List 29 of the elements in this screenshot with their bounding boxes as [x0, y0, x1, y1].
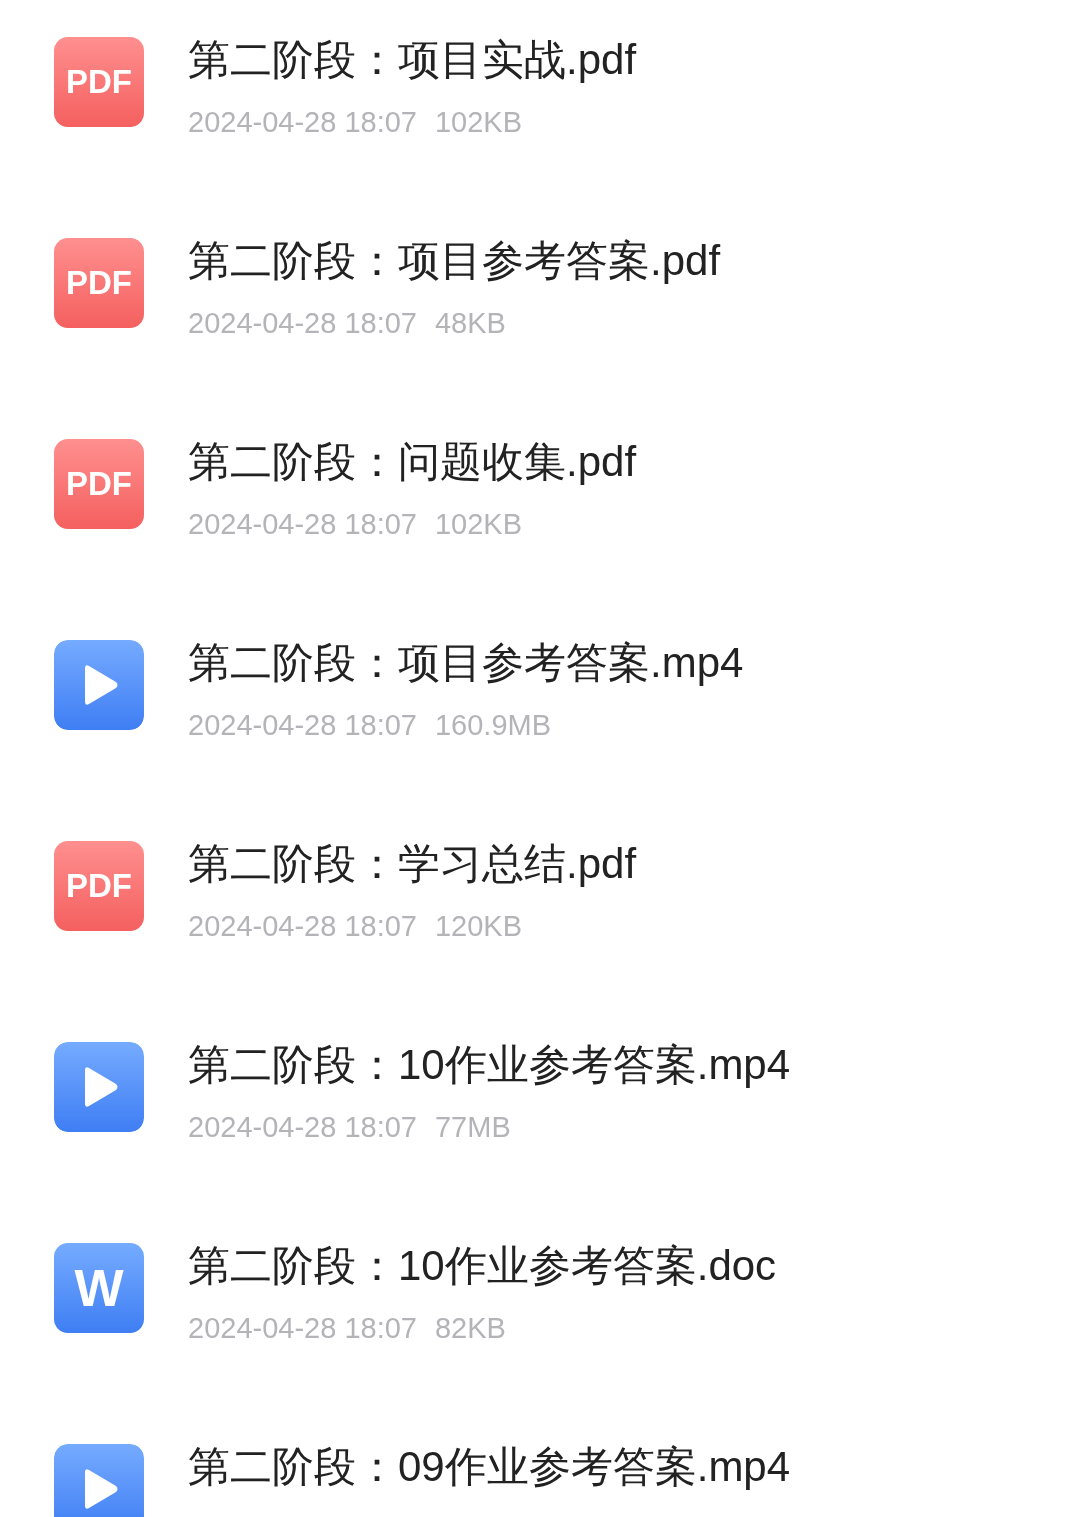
file-name[interactable]: 第二阶段：09作业参考答案.mp4 [188, 1443, 791, 1491]
pdf-file-icon: PDF [54, 841, 144, 931]
file-name[interactable]: 第二阶段：项目参考答案.pdf [188, 237, 721, 285]
file-name[interactable]: 第二阶段：项目参考答案.mp4 [188, 639, 744, 687]
file-date: 2024-04-28 18:07 [188, 708, 417, 743]
file-size: 77MB [435, 1110, 511, 1145]
file-name[interactable]: 第二阶段：10作业参考答案.mp4 [188, 1041, 791, 1089]
video-file-icon [54, 640, 144, 730]
file-date: 2024-04-28 18:07 [188, 1311, 417, 1346]
file-size: 120KB [435, 909, 523, 944]
file-name[interactable]: 第二阶段：10作业参考答案.doc [188, 1242, 777, 1290]
file-name[interactable]: 第二阶段：项目实战.pdf [188, 36, 637, 84]
file-size: 102KB [435, 105, 523, 140]
file-size: 48KB [435, 306, 506, 341]
file-size: 102KB [435, 507, 523, 542]
pdf-file-icon: PDF [54, 238, 144, 328]
video-file-icon [54, 1042, 144, 1132]
file-date: 2024-04-28 18:07 [188, 909, 417, 944]
pdf-file-icon: PDF [54, 439, 144, 529]
file-date: 2024-04-28 18:07 [188, 1110, 417, 1145]
word-file-icon: W [54, 1243, 144, 1333]
pdf-file-icon: PDF [54, 37, 144, 127]
file-date: 2024-04-28 18:07 [188, 105, 417, 140]
file-name[interactable]: 第二阶段：问题收集.pdf [188, 438, 637, 486]
file-size: 160.9MB [435, 708, 552, 743]
file-size: 82KB [435, 1311, 506, 1346]
file-name[interactable]: 第二阶段：学习总结.pdf [188, 840, 637, 888]
file-date: 2024-04-28 18:07 [188, 306, 417, 341]
file-date: 2024-04-28 18:07 [188, 507, 417, 542]
